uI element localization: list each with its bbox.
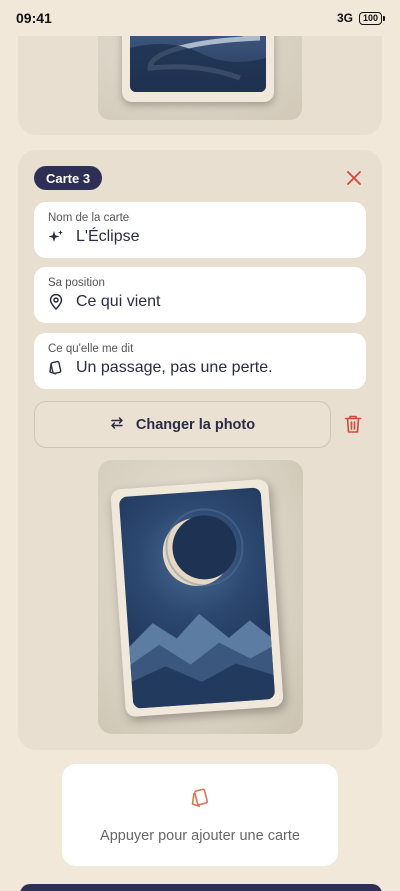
sparkles-icon	[48, 229, 64, 245]
status-indicators: 3G 100	[336, 11, 386, 25]
cards-icon	[189, 787, 211, 814]
change-photo-label: Changer la photo	[135, 416, 256, 433]
card-name-field[interactable]: Nom de la carte L'Éclipse	[34, 202, 366, 258]
status-bar: 09:41 3G 100	[0, 0, 400, 36]
field-label: Ce qu'elle me dit	[48, 343, 134, 355]
meaning-input[interactable]: Un passage, pas une perte.	[76, 359, 273, 377]
card-photo[interactable]	[98, 460, 303, 734]
bottom-action-bar[interactable]	[20, 884, 382, 891]
tarot-card-image	[110, 478, 284, 718]
eclipse-illustration	[118, 487, 276, 709]
position-field[interactable]: Sa position Ce qui vient	[34, 267, 366, 323]
meaning-field[interactable]: Ce qu'elle me dit Un passage, pas une pe…	[34, 333, 366, 389]
swap-icon	[110, 416, 124, 434]
close-icon[interactable]	[344, 168, 364, 188]
field-label: Nom de la carte	[48, 212, 130, 224]
status-time: 09:41	[16, 10, 52, 26]
position-input[interactable]: Ce qui vient	[76, 293, 161, 311]
change-photo-button[interactable]: Changer la photo	[34, 401, 331, 448]
card-editor-panel: Carte 3 Nom de la carte L'Éclipse Sa pos…	[18, 150, 382, 750]
battery-icon: 100	[358, 11, 386, 25]
network-indicator: 3G	[336, 11, 353, 25]
card-name-input[interactable]: L'Éclipse	[76, 228, 140, 246]
add-card-label: Appuyer pour ajouter une carte	[100, 827, 300, 844]
card-number-badge: Carte 3	[34, 166, 103, 190]
cards-icon	[48, 360, 64, 376]
map-pin-icon	[48, 294, 64, 310]
add-card-button[interactable]: Appuyer pour ajouter une carte	[62, 764, 338, 866]
field-label: Sa position	[48, 277, 105, 289]
trash-icon[interactable]	[344, 414, 364, 436]
eclipse-moon-illustration	[129, 508, 276, 709]
